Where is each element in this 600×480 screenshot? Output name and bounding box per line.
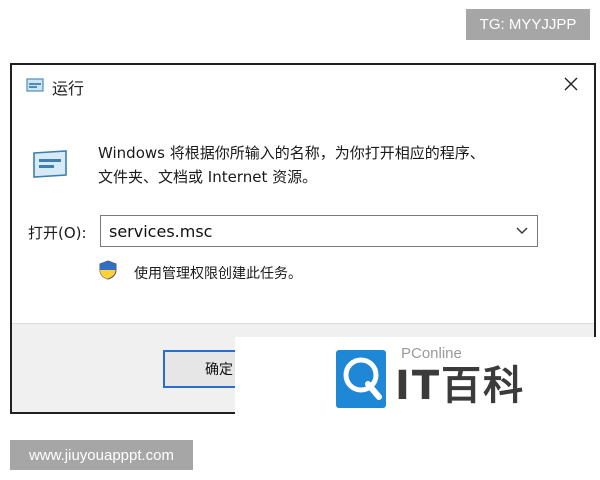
open-dropdown-button[interactable] xyxy=(508,216,536,246)
watermark-small-text: PConline xyxy=(401,345,462,362)
pconline-logo xyxy=(336,350,386,408)
dialog-description: Windows 将根据你所输入的名称，为你打开相应的程序、 文件夹、文档或 In… xyxy=(98,141,538,189)
site-url-badge: www.jiuyouapppt.com xyxy=(10,440,193,470)
title-bar: 运行 xyxy=(12,65,594,103)
open-combobox[interactable] xyxy=(100,215,538,247)
close-icon xyxy=(564,77,578,91)
tg-watermark-badge: TG: MYYJJPP xyxy=(466,9,590,40)
description-line-2: 文件夹、文档或 Internet 资源。 xyxy=(98,168,318,186)
open-label: 打开(O): xyxy=(28,224,87,242)
run-icon xyxy=(26,78,44,92)
open-input[interactable] xyxy=(101,216,505,246)
description-line-1: Windows 将根据你所输入的名称，为你打开相应的程序、 xyxy=(98,144,485,162)
chevron-down-icon xyxy=(516,227,528,234)
watermark-big-text: IT百科 xyxy=(395,363,526,409)
close-button[interactable] xyxy=(560,73,582,95)
run-icon xyxy=(33,150,67,178)
dialog-content: Windows 将根据你所输入的名称，为你打开相应的程序、 文件夹、文档或 In… xyxy=(12,103,594,323)
shield-icon xyxy=(99,260,117,280)
dialog-title: 运行 xyxy=(52,79,85,98)
pconline-watermark: PConline IT百科 xyxy=(235,337,600,417)
admin-note: 使用管理权限创建此任务。 xyxy=(134,266,302,282)
